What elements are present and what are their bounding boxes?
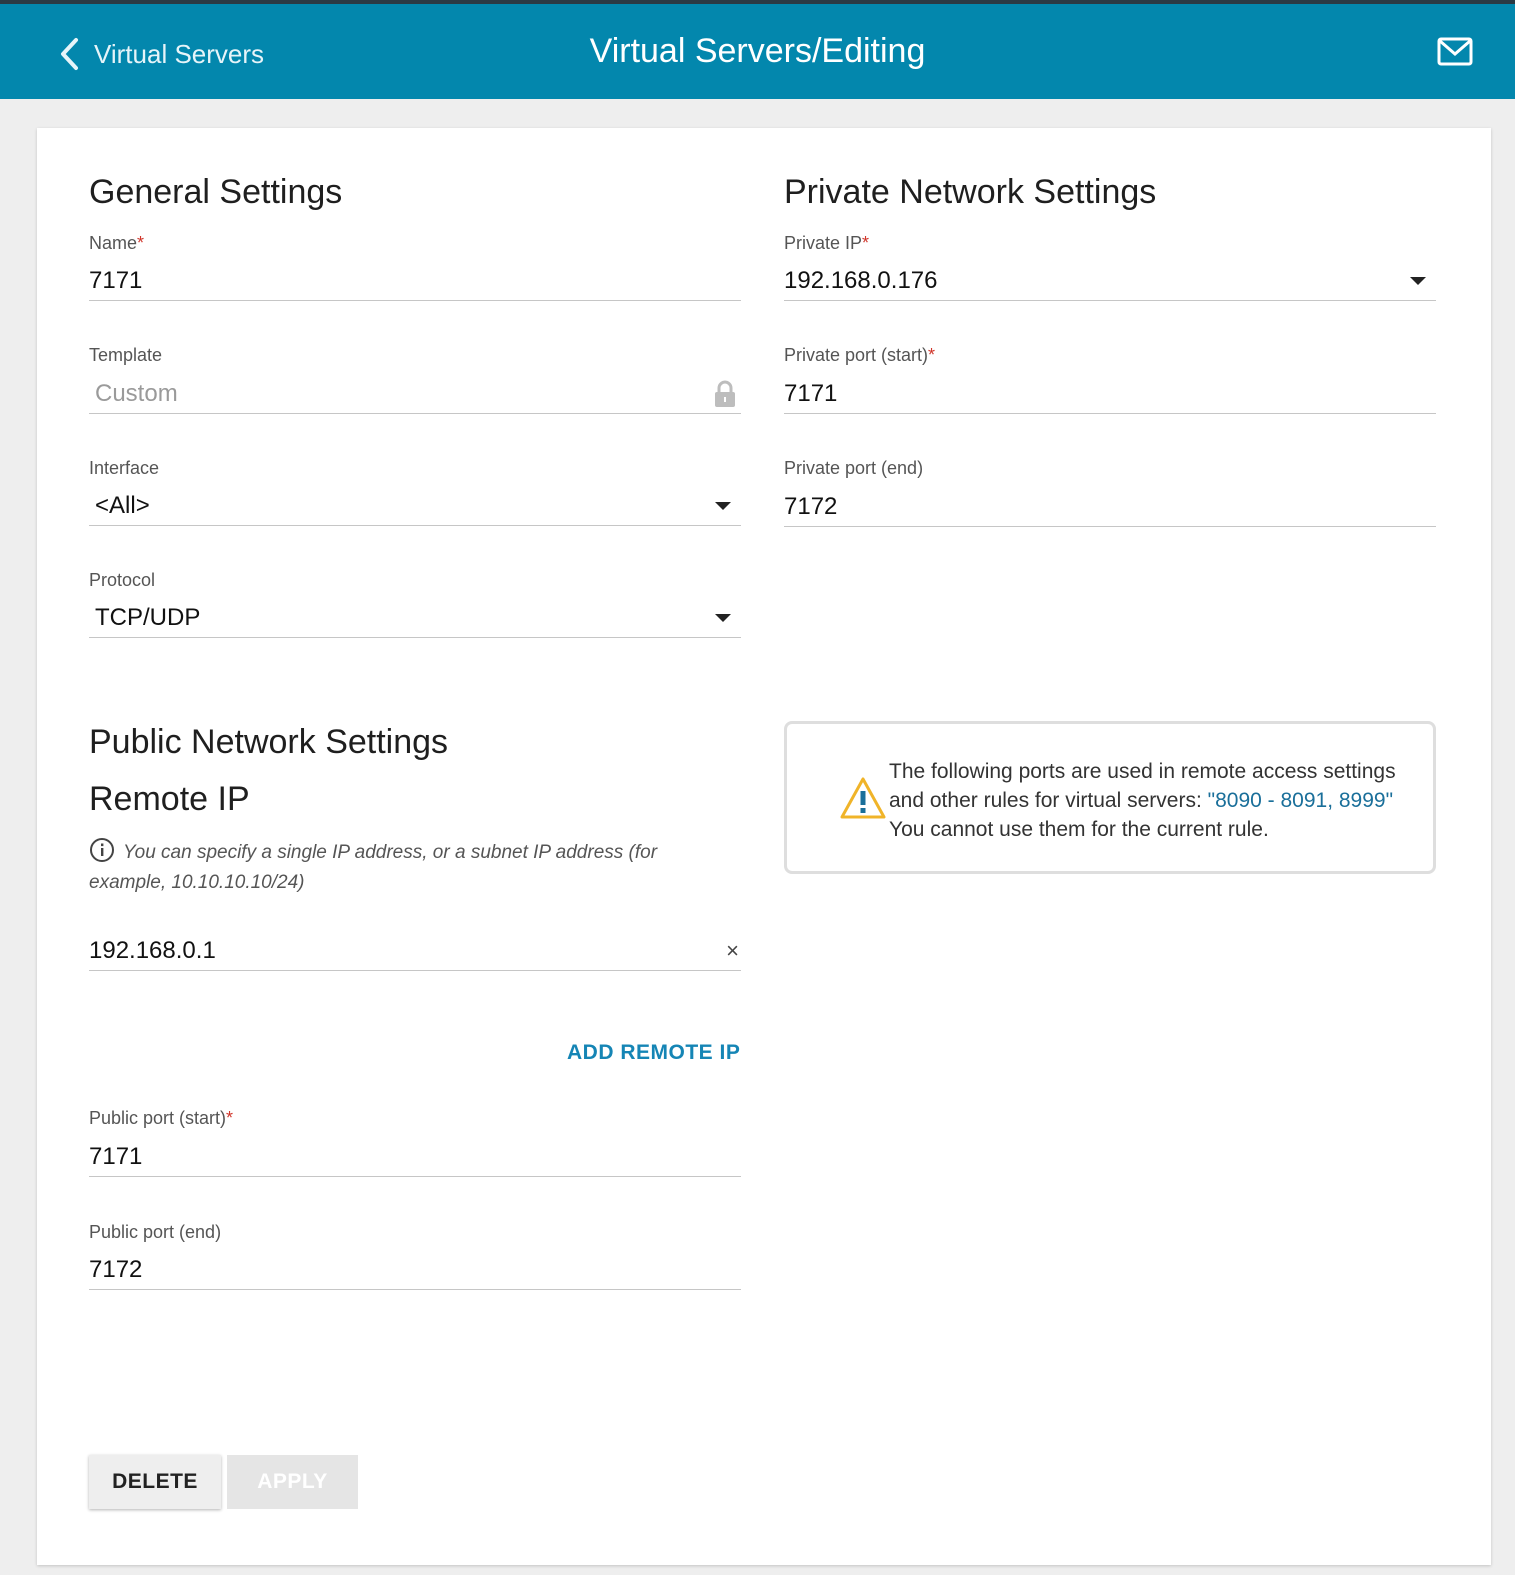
- ports-warning-box: The following ports are used in remote a…: [784, 721, 1436, 874]
- remote-ip-heading: Remote IP: [89, 780, 250, 818]
- name-value: 7171: [89, 266, 143, 294]
- delete-button[interactable]: DELETE: [89, 1455, 221, 1509]
- apply-button[interactable]: APPLY: [227, 1455, 358, 1509]
- app-header: Virtual Servers Virtual Servers/Editing: [0, 4, 1515, 99]
- private-port-end-field[interactable]: 7172: [784, 487, 1436, 527]
- protocol-label: Protocol: [89, 570, 156, 590]
- private-port-start-value: 7171: [784, 379, 838, 407]
- required-mark: *: [137, 233, 145, 253]
- public-port-start-value: 7171: [89, 1142, 143, 1170]
- required-mark: *: [928, 345, 936, 365]
- interface-select[interactable]: <All>: [89, 486, 741, 526]
- name-field[interactable]: 7171: [89, 261, 741, 301]
- lock-icon: [715, 380, 735, 407]
- warning-icon: [840, 777, 886, 819]
- info-icon: [90, 838, 114, 862]
- required-mark: *: [226, 1108, 234, 1128]
- protocol-select[interactable]: TCP/UDP: [89, 598, 741, 638]
- template-field: Custom: [89, 374, 741, 414]
- warning-ports: "8090 - 8091, 8999": [1207, 789, 1394, 812]
- chevron-down-icon: [1410, 276, 1426, 285]
- private-port-end-value: 7172: [784, 492, 838, 520]
- private-port-start-field[interactable]: 7171: [784, 374, 1436, 414]
- clear-icon[interactable]: ×: [726, 938, 739, 964]
- chevron-down-icon: [715, 501, 731, 510]
- mail-icon[interactable]: [1437, 37, 1473, 72]
- private-ip-value: 192.168.0.176: [784, 266, 938, 294]
- private-port-end-label: Private port (end): [784, 458, 924, 478]
- private-ip-select[interactable]: 192.168.0.176: [784, 261, 1436, 301]
- template-value: Custom: [95, 379, 178, 407]
- general-settings-heading: General Settings: [89, 173, 343, 211]
- interface-label: Interface: [89, 458, 160, 478]
- name-label: Name*: [89, 233, 145, 253]
- public-network-heading: Public Network Settings: [89, 723, 449, 761]
- public-port-start-label: Public port (start)*: [89, 1108, 234, 1128]
- add-remote-ip-button[interactable]: ADD REMOTE IP: [567, 1041, 740, 1065]
- remote-ip-value: 192.168.0.1: [89, 936, 216, 964]
- required-mark: *: [862, 233, 870, 253]
- public-port-end-field[interactable]: 7172: [89, 1250, 741, 1290]
- protocol-value: TCP/UDP: [95, 603, 201, 631]
- private-network-heading: Private Network Settings: [784, 173, 1157, 211]
- interface-value: <All>: [95, 491, 150, 519]
- public-port-end-value: 7172: [89, 1255, 143, 1283]
- public-port-start-field[interactable]: 7171: [89, 1137, 741, 1177]
- private-ip-label: Private IP*: [784, 233, 870, 253]
- remote-ip-field[interactable]: 192.168.0.1 ×: [89, 931, 741, 971]
- public-port-end-label: Public port (end): [89, 1222, 222, 1242]
- private-port-start-label: Private port (start)*: [784, 345, 936, 365]
- template-label: Template: [89, 345, 163, 365]
- settings-card: General Settings Name* 7171 Template Cus…: [37, 128, 1491, 1565]
- remote-ip-hint: You can specify a single IP address, or …: [89, 837, 729, 898]
- warning-text: The following ports are used in remote a…: [889, 760, 1396, 841]
- page-title: Virtual Servers/Editing: [589, 32, 926, 70]
- chevron-down-icon: [715, 613, 731, 622]
